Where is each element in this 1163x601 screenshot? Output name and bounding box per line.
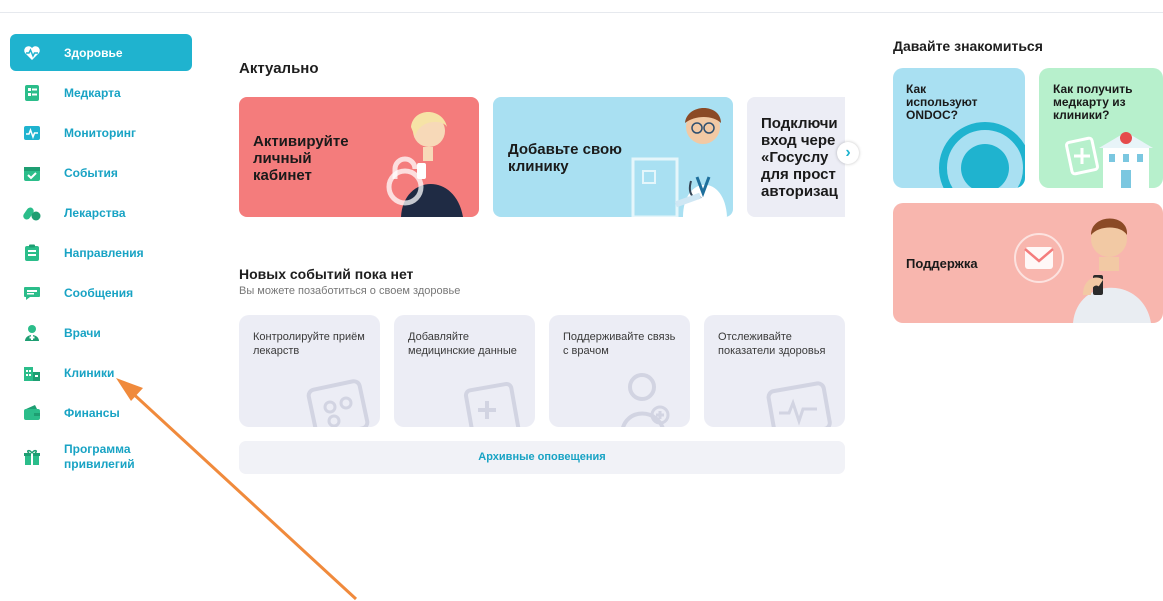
chart-icon <box>766 381 832 427</box>
tip-text: Поддерживайте связь с врачом <box>563 331 676 357</box>
clipboard-icon <box>22 243 42 263</box>
sidebar-item-messages[interactable]: Сообщения <box>10 274 192 311</box>
sidebar-item-label: Врачи <box>64 325 101 340</box>
medcard-icon <box>22 83 42 103</box>
tip-text: Контролируйте приём лекарств <box>253 331 365 357</box>
sidebar-item-privileges[interactable]: Программа привилегий <box>10 434 192 480</box>
top-divider <box>0 12 1163 13</box>
card-text: Поддержка <box>906 256 978 271</box>
right-section-title: Давайте знакомиться <box>893 38 1043 54</box>
sidebar-item-medcard[interactable]: Медкарта <box>10 74 192 111</box>
sidebar-item-clinics[interactable]: Клиники <box>10 354 192 391</box>
heart-icon <box>22 43 42 63</box>
tip-text: Добавляйте медицинские данные <box>408 331 517 357</box>
current-title: Актуально <box>239 60 319 77</box>
tip-card-doctor-contact[interactable]: Поддерживайте связь с врачом <box>549 315 690 427</box>
tip-card-medicines[interactable]: Контролируйте приём лекарств <box>239 315 380 427</box>
wallet-icon <box>22 403 42 423</box>
card-get-medcard[interactable]: Как получить медкарту из клиники? <box>1039 68 1163 188</box>
sidebar-item-doctors[interactable]: Врачи <box>10 314 192 351</box>
pills-book-icon <box>306 379 370 427</box>
sidebar-item-referrals[interactable]: Направления <box>10 234 192 271</box>
banner-carousel: Активируйте личный кабинет Добавьте свою… <box>239 97 845 219</box>
card-support[interactable]: Поддержка <box>893 203 1163 323</box>
doctor-icon <box>22 323 42 343</box>
sidebar-item-medicines[interactable]: Лекарства <box>10 194 192 231</box>
sidebar-item-monitoring[interactable]: Мониторинг <box>10 114 192 151</box>
sidebar-item-health[interactable]: Здоровье <box>10 34 192 71</box>
main-section: Актуально Активируйте личный кабинет Доб… <box>239 60 845 217</box>
banner-text: Активируйте личный кабинет <box>253 133 349 184</box>
sidebar-item-label: Сообщения <box>64 285 134 300</box>
ondoc-logo-illustration <box>939 122 1025 188</box>
tip-text: Отслеживайте показатели здоровья <box>718 331 826 357</box>
chat-icon <box>22 283 42 303</box>
tip-card-medical-data[interactable]: Добавляйте медицинские данные <box>394 315 535 427</box>
banner-text: Подключи вход чере «Госуслу для прост ав… <box>761 115 838 200</box>
sidebar-item-label: Лекарства <box>64 205 126 220</box>
events-subtitle: Вы можете позаботиться о своем здоровье <box>239 285 461 297</box>
sidebar-item-label: Здоровье <box>64 45 123 60</box>
pills-icon <box>22 203 42 223</box>
sidebar-item-label: Финансы <box>64 405 120 420</box>
events-title: Новых событий пока нет <box>239 266 414 282</box>
calendar-icon <box>22 163 42 183</box>
woman-lock-illustration <box>386 112 463 217</box>
sidebar-item-label: Программа привилегий <box>64 442 135 471</box>
sidebar-item-finance[interactable]: Финансы <box>10 394 192 431</box>
banner-add-clinic[interactable]: Добавьте свою клинику <box>493 97 733 217</box>
medcard-doc-icon <box>463 381 521 427</box>
sidebar-item-label: Медкарта <box>64 85 121 100</box>
support-man-illustration <box>1014 218 1151 323</box>
sidebar-item-label: События <box>64 165 118 180</box>
sidebar-item-events[interactable]: События <box>10 154 192 191</box>
tip-card-health-indicators[interactable]: Отслеживайте показатели здоровья <box>704 315 845 427</box>
sidebar: Здоровье Медкарта Мониторинг События Лек… <box>10 34 192 483</box>
monitoring-icon <box>22 123 42 143</box>
sidebar-item-label: Клиники <box>64 365 115 380</box>
banner-gosuslugi[interactable]: Подключи вход чере «Госуслу для прост ав… <box>747 97 845 217</box>
sidebar-item-label: Мониторинг <box>64 125 136 140</box>
carousel-next-button[interactable]: › <box>837 142 859 164</box>
gift-icon <box>22 447 42 467</box>
archive-notifications-button[interactable]: Архивные оповещения <box>239 441 845 474</box>
doctor-illustration <box>631 108 727 217</box>
card-how-use-ondoc[interactable]: Как используют ONDOC? <box>893 68 1025 188</box>
clinic-icon <box>22 363 42 383</box>
doctor-outline-icon <box>621 373 670 427</box>
sidebar-item-label: Направления <box>64 245 144 260</box>
banner-activate-cabinet[interactable]: Активируйте личный кабинет <box>239 97 479 217</box>
clinic-illustration <box>1065 132 1153 188</box>
